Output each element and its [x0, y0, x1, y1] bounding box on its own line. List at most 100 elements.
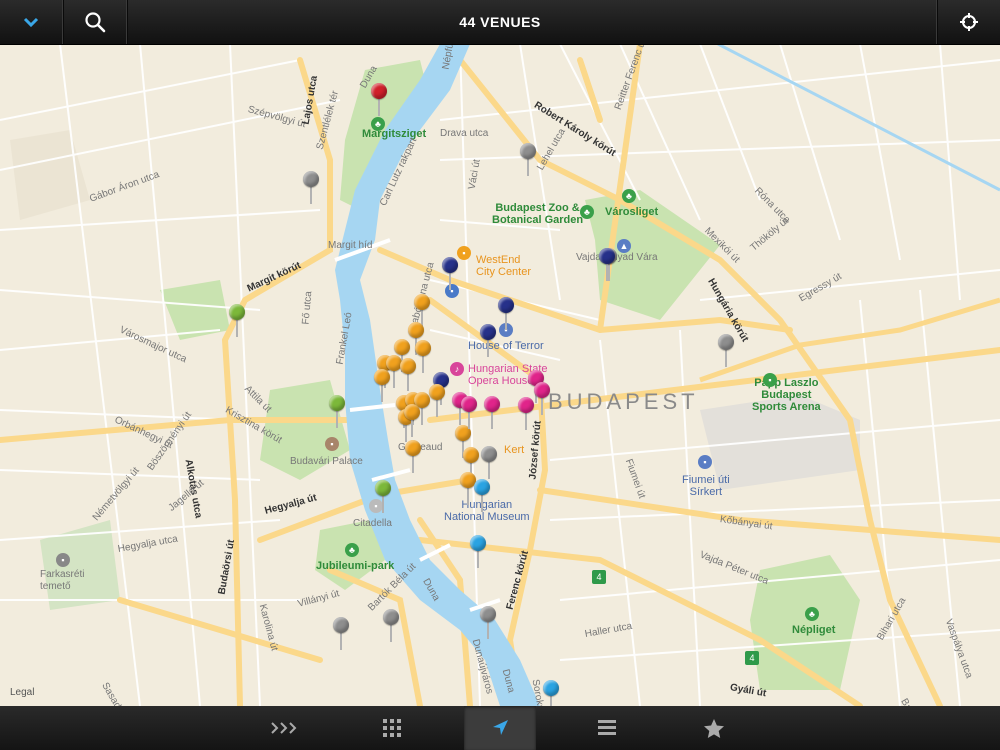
- venue-pin[interactable]: [303, 171, 319, 205]
- venue-pin[interactable]: [520, 143, 536, 177]
- pin-stem: [525, 412, 527, 430]
- location-arrow-icon: [493, 720, 508, 735]
- crosshair-icon: [960, 13, 978, 31]
- pin-head: [429, 384, 445, 400]
- venue-pin[interactable]: [400, 358, 416, 392]
- pin-head: [404, 404, 420, 420]
- pin-head: [414, 294, 430, 310]
- venue-pin[interactable]: [333, 617, 349, 651]
- venue-pin[interactable]: [543, 680, 559, 706]
- cemetery-icon: ▪: [56, 553, 70, 567]
- venue-pin[interactable]: [383, 609, 399, 643]
- venue-pin[interactable]: [429, 384, 445, 418]
- pin-head: [461, 396, 477, 412]
- pin-stem: [390, 624, 392, 642]
- park-icon: ♣: [580, 205, 594, 219]
- pin-head: [470, 535, 486, 551]
- venue-pin[interactable]: [518, 397, 534, 431]
- pin-stem: [310, 186, 312, 204]
- search-icon: [85, 12, 106, 33]
- venue-pin[interactable]: [534, 382, 550, 416]
- shopping-icon: ▪: [457, 246, 471, 260]
- place-citadella: Citadella: [353, 518, 392, 529]
- pin-head: [474, 479, 490, 495]
- pin-head: [329, 395, 345, 411]
- map-view[interactable]: Duna Margitsziget Robert Károly körút Sz…: [0, 44, 1000, 706]
- tab-list[interactable]: [571, 706, 643, 750]
- venue-pin[interactable]: [442, 257, 458, 291]
- page-title: 44 VENUES: [459, 14, 541, 30]
- pin-head: [718, 334, 734, 350]
- app-root: 44 VENUES Duna Margitsziget Robert Károl…: [0, 0, 1000, 750]
- collapse-button[interactable]: [0, 0, 62, 44]
- search-button[interactable]: [64, 0, 126, 44]
- pin-stem: [449, 272, 451, 290]
- bottom-tab-bar: [0, 706, 1000, 750]
- star-icon: [704, 718, 724, 738]
- venue-pin[interactable]: [404, 404, 420, 438]
- pin-head: [333, 617, 349, 633]
- venue-pin[interactable]: [481, 446, 497, 480]
- place-budavari: Budavári Palace: [290, 456, 363, 467]
- tab-map[interactable]: [464, 706, 536, 750]
- venue-pin[interactable]: [484, 396, 500, 430]
- pin-head: [383, 609, 399, 625]
- venue-pin[interactable]: [474, 479, 490, 513]
- list-icon: [598, 720, 616, 735]
- venue-pin[interactable]: [470, 535, 486, 569]
- venue-pin[interactable]: [718, 334, 734, 368]
- pin-stem: [541, 397, 543, 415]
- venue-pin[interactable]: [415, 340, 431, 374]
- park-icon: ♣: [805, 607, 819, 621]
- pin-head: [371, 83, 387, 99]
- locate-button[interactable]: [938, 0, 1000, 44]
- pin-stem: [381, 384, 383, 402]
- place-jubileumi: Jubileumi-park: [316, 560, 395, 572]
- pin-stem: [378, 98, 380, 116]
- place-zoo: Budapest Zoo & Botanical Garden: [492, 202, 584, 226]
- chevrons-right-icon: [271, 722, 297, 734]
- venue-pin[interactable]: [374, 369, 390, 403]
- pin-head: [463, 447, 479, 463]
- pin-stem: [411, 419, 413, 437]
- venue-pin[interactable]: [480, 324, 496, 358]
- tab-favorites[interactable]: [678, 706, 750, 750]
- venue-pin[interactable]: [229, 304, 245, 338]
- place-kert: Kert: [504, 444, 525, 456]
- pin-head: [415, 340, 431, 356]
- pin-stem: [481, 494, 483, 512]
- tab-grid[interactable]: [356, 706, 428, 750]
- pin-stem: [382, 495, 384, 513]
- place-varosliget: Városliget: [605, 206, 659, 218]
- venue-pin[interactable]: [329, 395, 345, 429]
- pin-stem: [340, 632, 342, 650]
- venue-pin[interactable]: [405, 440, 421, 474]
- venue-pin[interactable]: [498, 297, 514, 331]
- pin-head: [599, 248, 615, 264]
- venue-pin[interactable]: [375, 480, 391, 514]
- pin-head: [481, 446, 497, 462]
- pin-head: [374, 369, 390, 385]
- pin-stem: [491, 411, 493, 429]
- place-nepliget: Népliget: [792, 624, 836, 636]
- pin-stem: [725, 349, 727, 367]
- pin-head: [498, 297, 514, 313]
- venue-pin[interactable]: [599, 248, 615, 282]
- pin-head: [543, 680, 559, 696]
- park-icon: ♣: [371, 117, 385, 131]
- place-fiumei: Fiumei úti Sírkert: [682, 474, 730, 498]
- pin-stem: [550, 695, 552, 706]
- pin-stem: [412, 455, 414, 473]
- pin-head: [442, 257, 458, 273]
- chevron-down-icon: [23, 17, 39, 28]
- route-shield: 4: [592, 570, 606, 584]
- venue-pin[interactable]: [461, 396, 477, 430]
- city-label: BUDAPEST: [548, 389, 699, 414]
- venue-pin[interactable]: [371, 83, 387, 117]
- legal-link[interactable]: Legal: [10, 687, 34, 698]
- pin-stem: [336, 410, 338, 428]
- pin-head: [394, 339, 410, 355]
- venue-pin[interactable]: [480, 606, 496, 640]
- pin-head: [480, 324, 496, 340]
- tab-featured[interactable]: [248, 706, 320, 750]
